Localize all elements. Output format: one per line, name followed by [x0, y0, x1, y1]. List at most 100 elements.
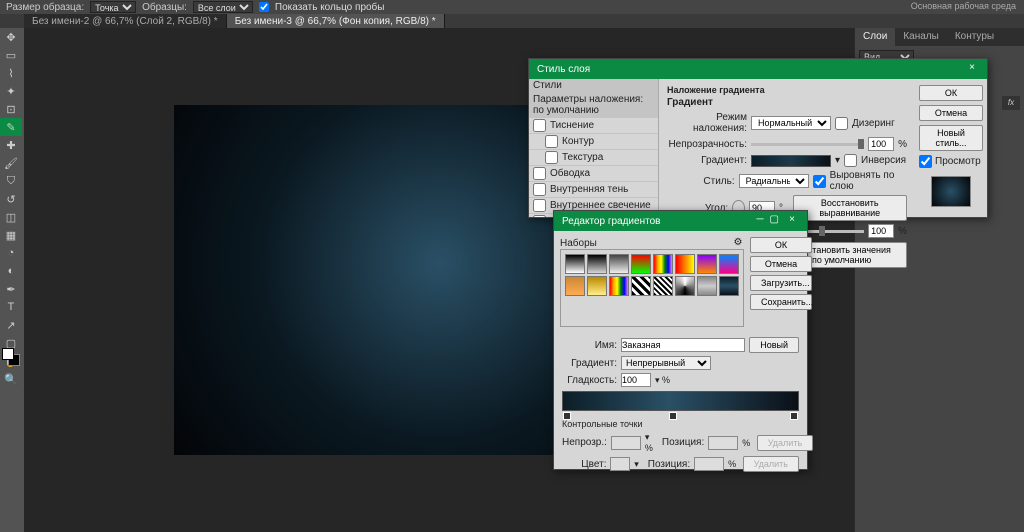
style-item[interactable]: Обводка — [529, 166, 658, 182]
preset-swatch[interactable] — [719, 276, 739, 296]
gradient-editor-dialog: Редактор градиентов ─ ▢ × Наборы⚙ — [553, 210, 808, 470]
eraser-tool-icon[interactable]: ◫ — [0, 208, 22, 226]
sample-size-label: Размер образца: — [6, 2, 84, 13]
scale-input[interactable] — [868, 224, 894, 238]
gradient-bar[interactable] — [562, 391, 799, 411]
align-checkbox[interactable] — [813, 175, 826, 188]
opacity-input[interactable] — [868, 137, 894, 151]
lasso-tool-icon[interactable]: ⌇ — [0, 64, 22, 82]
style-item[interactable]: Контур — [529, 134, 658, 150]
preset-swatch[interactable] — [631, 254, 651, 274]
new-gradient-button[interactable]: Новый — [749, 337, 799, 353]
close-icon[interactable]: × — [785, 214, 799, 228]
preset-swatch[interactable] — [675, 276, 695, 296]
preview-thumb — [931, 176, 971, 207]
smooth-input[interactable] — [621, 373, 651, 387]
align-label: Выровнять по слою — [830, 170, 907, 192]
style-item[interactable]: Текстура — [529, 150, 658, 166]
preset-swatch[interactable] — [697, 276, 717, 296]
close-icon[interactable]: × — [965, 62, 979, 76]
ok-button[interactable]: ОК — [919, 85, 983, 101]
opacity-slider[interactable] — [751, 143, 864, 146]
preset-swatch[interactable] — [697, 254, 717, 274]
sample-size-select[interactable]: Точка — [90, 1, 136, 13]
preview-checkbox[interactable] — [919, 155, 932, 168]
marquee-tool-icon[interactable]: ▭ — [0, 46, 22, 64]
color-stop[interactable] — [563, 412, 571, 420]
type-tool-icon[interactable]: T — [0, 298, 22, 316]
ge-save-button[interactable]: Сохранить... — [750, 294, 812, 310]
new-style-button[interactable]: Новый стиль... — [919, 125, 983, 151]
workspace-label[interactable]: Основная рабочая среда — [911, 1, 1016, 11]
preset-swatch[interactable] — [587, 254, 607, 274]
defaults-row[interactable]: Параметры наложения: по умолчанию — [533, 94, 654, 116]
zoom-tool-icon[interactable]: 🔍 — [0, 370, 22, 388]
ge-load-button[interactable]: Загрузить... — [750, 275, 812, 291]
style-item[interactable]: Внутренняя тень — [529, 182, 658, 198]
blend-label: Режим наложения: — [667, 112, 747, 134]
styles-list: Стили Параметры наложения: по умолчанию … — [529, 79, 659, 217]
fx-icon[interactable]: fx — [1002, 96, 1020, 110]
stop-color-label: Цвет: — [562, 459, 606, 470]
sample-label: Образцы: — [142, 2, 187, 13]
minimize-icon[interactable]: ─ — [756, 214, 763, 228]
delete-opacity-stop-button: Удалить — [757, 435, 813, 451]
preset-swatch[interactable] — [609, 276, 629, 296]
grad-type-select[interactable]: Непрерывный — [621, 356, 711, 370]
heal-tool-icon[interactable]: ✚ — [0, 136, 22, 154]
preset-swatch[interactable] — [675, 254, 695, 274]
ge-cancel-button[interactable]: Отмена — [750, 256, 812, 272]
delete-color-stop-button: Удалить — [743, 456, 799, 472]
doc-tab-2[interactable]: Без имени-3 @ 66,7% (Фон копия, RGB/8) * — [227, 14, 445, 28]
history-brush-icon[interactable]: ↺ — [0, 190, 22, 208]
move-tool-icon[interactable]: ✥ — [0, 28, 22, 46]
dither-checkbox[interactable] — [835, 117, 848, 130]
stamp-tool-icon[interactable]: ⛉ — [0, 172, 22, 190]
name-input[interactable] — [621, 338, 745, 352]
style-item[interactable]: Тиснение — [529, 118, 658, 134]
channels-tab[interactable]: Каналы — [895, 28, 947, 46]
section-title: Наложение градиента — [667, 85, 907, 95]
color-stop[interactable] — [790, 412, 798, 420]
presets-label: Наборы — [560, 238, 597, 249]
stop-opacity-input — [611, 436, 641, 450]
maximize-icon[interactable]: ▢ — [770, 214, 779, 228]
restore-align-button[interactable]: Восстановить выравнивание — [793, 195, 908, 221]
grad-style-select[interactable]: Радиальный — [739, 174, 809, 188]
preset-swatch[interactable] — [653, 276, 673, 296]
sample-select[interactable]: Все слои — [193, 1, 253, 13]
tool-column: ✥ ▭ ⌇ ✦ ⊡ ✎ ✚ 🖌 ⛉ ↺ ◫ ▦ ◔ ◐ ✒ T ↗ ▢ ✋ 🔍 — [0, 28, 22, 388]
preset-swatch[interactable] — [565, 254, 585, 274]
preset-swatch[interactable] — [719, 254, 739, 274]
style-label: Стиль: — [667, 176, 735, 187]
brush-tool-icon[interactable]: 🖌 — [0, 154, 22, 172]
doc-tab-1[interactable]: Без имени-2 @ 66,7% (Слой 2, RGB/8) * — [24, 14, 227, 28]
eyedropper-tool-icon[interactable]: ✎ — [0, 118, 22, 136]
foreground-swatch[interactable] — [2, 348, 14, 360]
gear-icon[interactable]: ⚙ — [732, 237, 744, 249]
color-stop[interactable] — [669, 412, 677, 420]
paths-tab[interactable]: Контуры — [947, 28, 1002, 46]
ge-ok-button[interactable]: ОК — [750, 237, 812, 253]
crop-tool-icon[interactable]: ⊡ — [0, 100, 22, 118]
gradient-tool-icon[interactable]: ▦ — [0, 226, 22, 244]
wand-tool-icon[interactable]: ✦ — [0, 82, 22, 100]
pen-tool-icon[interactable]: ✒ — [0, 280, 22, 298]
presets-grid — [560, 249, 744, 327]
blur-tool-icon[interactable]: ◔ — [0, 244, 22, 262]
show-ring-checkbox[interactable] — [259, 2, 269, 12]
gradient-preview[interactable] — [751, 155, 831, 167]
stops-section-label: Контрольные точки — [562, 419, 799, 429]
dodge-tool-icon[interactable]: ◐ — [0, 262, 22, 280]
styles-header[interactable]: Стили — [533, 80, 562, 91]
preset-swatch[interactable] — [609, 254, 629, 274]
preset-swatch[interactable] — [565, 276, 585, 296]
cancel-button[interactable]: Отмена — [919, 105, 983, 121]
blend-mode-select[interactable]: Нормальный — [751, 116, 831, 130]
inverse-checkbox[interactable] — [844, 154, 857, 167]
preset-swatch[interactable] — [587, 276, 607, 296]
layers-tab[interactable]: Слои — [855, 28, 895, 46]
preset-swatch[interactable] — [653, 254, 673, 274]
path-tool-icon[interactable]: ↗ — [0, 316, 22, 334]
preset-swatch[interactable] — [631, 276, 651, 296]
